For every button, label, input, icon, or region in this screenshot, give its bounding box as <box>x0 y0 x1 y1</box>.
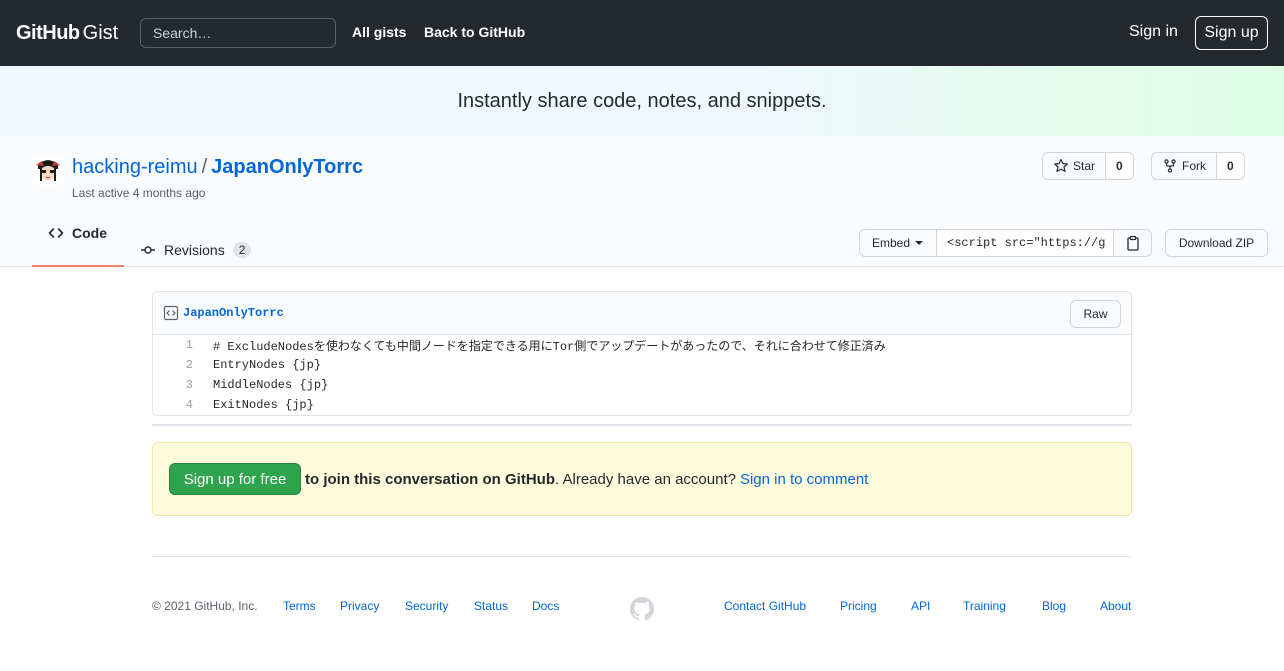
file-header: JapanOnlyTorrc Raw <box>153 292 1131 335</box>
line-number[interactable]: 4 <box>153 398 203 412</box>
footer-link-security[interactable]: Security <box>405 599 448 613</box>
line-number[interactable]: 1 <box>153 338 203 352</box>
code-body: 1 # ExcludeNodesを使わなくても中間ノードを指定できる用にTor側… <box>153 335 1131 415</box>
raw-button[interactable]: Raw <box>1070 300 1121 328</box>
tagline-banner: Instantly share code, notes, and snippet… <box>0 66 1284 136</box>
footer-link-blog[interactable]: Blog <box>1042 599 1066 613</box>
code-icon <box>48 228 64 238</box>
embed-code-input[interactable]: <script src="https://g <box>937 229 1115 257</box>
commit-icon <box>141 245 155 254</box>
code-line: 3 MiddleNodes {jp} <box>153 375 1131 395</box>
sign-in-link[interactable]: Sign in <box>1129 23 1178 41</box>
star-button[interactable]: Star <box>1042 152 1107 180</box>
footer-divider <box>152 556 1132 557</box>
tab-code-label: Code <box>72 225 107 241</box>
file-name-link[interactable]: JapanOnlyTorrc <box>183 306 284 320</box>
signup-prompt: Sign up for free to join this conversati… <box>152 442 1132 516</box>
embed-dropdown[interactable]: Embed <box>859 229 938 257</box>
footer-link-status[interactable]: Status <box>474 599 508 613</box>
sign-up-button[interactable]: Sign up <box>1195 16 1268 50</box>
revisions-counter: 2 <box>232 241 252 258</box>
sign-up-free-button[interactable]: Sign up for free <box>169 463 301 495</box>
nav-back-to-github[interactable]: Back to GitHub <box>424 24 525 40</box>
star-label: Star <box>1073 159 1096 173</box>
copy-button[interactable] <box>1114 229 1153 257</box>
star-group: Star 0 <box>1042 152 1134 180</box>
star-count[interactable]: 0 <box>1106 152 1134 180</box>
top-header: GitHub Gist All gists Back to GitHub Sig… <box>0 0 1284 66</box>
footer-link-privacy[interactable]: Privacy <box>340 599 379 613</box>
fork-icon <box>1164 159 1176 173</box>
title-separator: / <box>201 156 208 178</box>
logo-gist: Gist <box>82 21 119 44</box>
footer-link-training[interactable]: Training <box>963 599 1006 613</box>
avatar-image <box>32 153 64 185</box>
star-icon <box>1054 158 1068 172</box>
github-mark-icon[interactable] <box>630 597 654 621</box>
caret-down-icon <box>915 241 924 245</box>
tab-code[interactable]: Code <box>32 216 124 267</box>
footer-link-about[interactable]: About <box>1100 599 1131 613</box>
gist-title: hacking-reimu / JapanOnlyTorrc <box>72 156 363 179</box>
last-active-text: Last active 4 months ago <box>72 186 206 200</box>
join-conversation-text: to join this conversation on GitHub <box>305 470 555 488</box>
code-line: 2 EntryNodes {jp} <box>153 355 1131 375</box>
line-content: MiddleNodes {jp} <box>213 378 329 392</box>
line-content: ExitNodes {jp} <box>213 398 314 412</box>
footer-link-api[interactable]: API <box>911 599 930 613</box>
logo-github: GitHub <box>16 21 80 44</box>
code-line: 1 # ExcludeNodesを使わなくても中間ノードを指定できる用にTor側… <box>153 335 1131 355</box>
gist-header: hacking-reimu / JapanOnlyTorrc Last acti… <box>0 136 1284 267</box>
line-number[interactable]: 3 <box>153 378 203 392</box>
line-number[interactable]: 2 <box>153 358 203 372</box>
file-code-icon <box>163 305 179 321</box>
footer-link-docs[interactable]: Docs <box>532 599 559 613</box>
gist-logo[interactable]: GitHub Gist <box>16 20 118 46</box>
sign-in-to-comment-link[interactable]: Sign in to comment <box>740 471 868 488</box>
file-box: JapanOnlyTorrc Raw 1 # ExcludeNodesを使わなく… <box>152 291 1132 416</box>
avatar[interactable] <box>32 153 64 185</box>
tab-revisions[interactable]: Revisions 2 <box>140 232 252 267</box>
fork-count[interactable]: 0 <box>1217 152 1245 180</box>
search-input[interactable] <box>140 18 336 48</box>
gist-name-link[interactable]: JapanOnlyTorrc <box>211 156 363 179</box>
tab-revisions-label: Revisions <box>164 241 225 258</box>
section-divider <box>152 424 1132 426</box>
footer-copyright: © 2021 GitHub, Inc. <box>152 599 258 613</box>
code-line: 4 ExitNodes {jp} <box>153 395 1131 415</box>
nav-all-gists[interactable]: All gists <box>352 24 406 40</box>
embed-label: Embed <box>872 236 911 250</box>
download-zip-button[interactable]: Download ZIP <box>1165 229 1268 257</box>
fork-button[interactable]: Fork <box>1151 152 1217 180</box>
embed-group: Embed <script src="https://g <box>859 229 1153 257</box>
gist-owner-link[interactable]: hacking-reimu <box>72 156 198 179</box>
fork-group: Fork 0 <box>1151 152 1245 180</box>
tagline-text: Instantly share code, notes, and snippet… <box>457 89 827 112</box>
footer-link-contact[interactable]: Contact GitHub <box>724 599 806 613</box>
line-content: # ExcludeNodesを使わなくても中間ノードを指定できる用にTor側でア… <box>213 339 886 354</box>
footer-link-terms[interactable]: Terms <box>283 599 316 613</box>
fork-label: Fork <box>1182 159 1206 173</box>
already-account-text: . Already have an account? <box>555 470 736 488</box>
line-content: EntryNodes {jp} <box>213 358 322 372</box>
footer-link-pricing[interactable]: Pricing <box>840 599 877 613</box>
clipboard-icon <box>1126 235 1139 251</box>
